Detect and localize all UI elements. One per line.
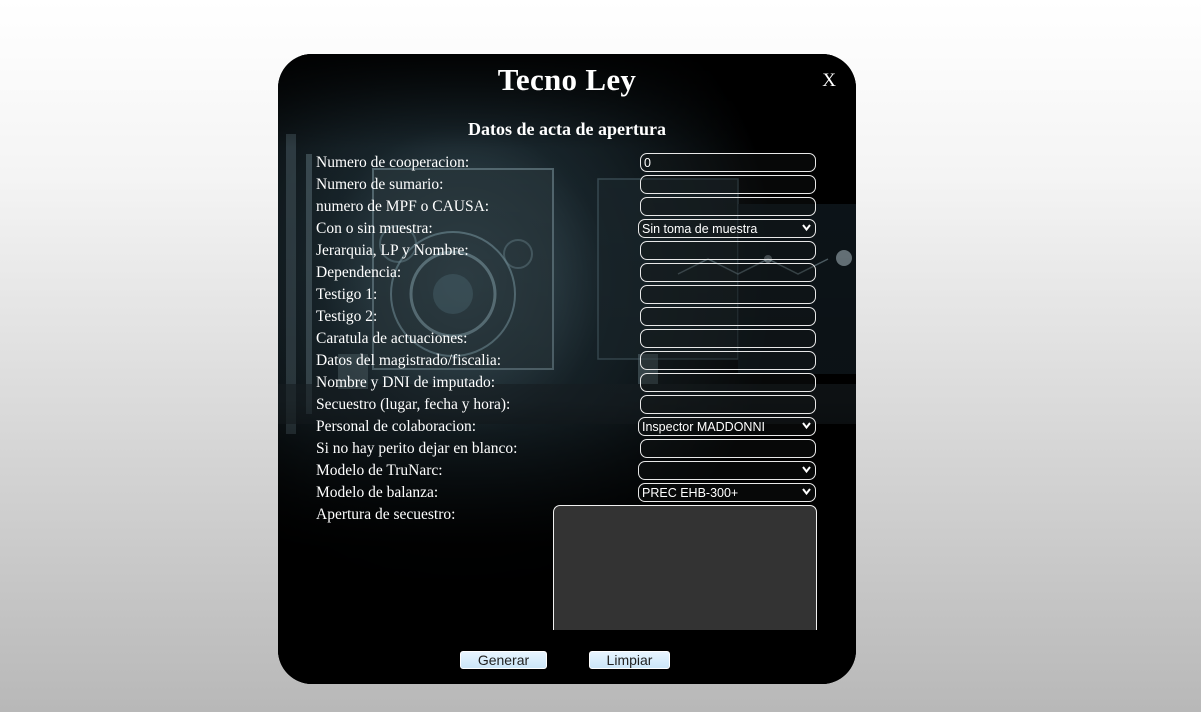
field-row-muestra: Con o sin muestra: Sin toma de muestra xyxy=(316,219,816,239)
jerarquia-input[interactable] xyxy=(640,241,816,260)
imputado-input[interactable] xyxy=(640,373,816,392)
field-row-dependencia: Dependencia: xyxy=(316,263,816,283)
secuestro-input[interactable] xyxy=(640,395,816,414)
field-row-testigo-2: Testigo 2: xyxy=(316,307,816,327)
field-label: Jerarquia, LP y Nombre: xyxy=(316,242,469,259)
muestra-select[interactable]: Sin toma de muestra xyxy=(638,219,816,238)
field-label: Datos del magistrado/fiscalia: xyxy=(316,352,502,369)
field-label: Numero de sumario: xyxy=(316,176,444,193)
personal-select[interactable]: Inspector MADDONNI xyxy=(638,417,816,436)
field-row-jerarquia: Jerarquia, LP y Nombre: xyxy=(316,241,816,261)
field-row-cooperacion: Numero de cooperacion: xyxy=(316,153,816,173)
field-row-magistrado: Datos del magistrado/fiscalia: xyxy=(316,351,816,371)
field-label: Testigo 2: xyxy=(316,308,378,325)
balanza-select[interactable]: PREC EHB-300+ xyxy=(638,483,816,502)
sumario-input[interactable] xyxy=(640,175,816,194)
field-label: Apertura de secuestro: xyxy=(316,506,456,523)
field-row-personal: Personal de colaboracion: Inspector MADD… xyxy=(316,417,816,437)
field-label: Si no hay perito dejar en blanco: xyxy=(316,440,518,457)
field-row-secuestro: Secuestro (lugar, fecha y hora): xyxy=(316,395,816,415)
field-label: Con o sin muestra: xyxy=(316,220,433,237)
field-row-testigo-1: Testigo 1: xyxy=(316,285,816,305)
field-row-imputado: Nombre y DNI de imputado: xyxy=(316,373,816,393)
field-row-mpf-causa: numero de MPF o CAUSA: xyxy=(316,197,816,217)
field-row-perito: Si no hay perito dejar en blanco: xyxy=(316,439,816,459)
field-label: Secuestro (lugar, fecha y hora): xyxy=(316,396,511,413)
field-label: Numero de cooperacion: xyxy=(316,154,470,171)
apertura-textarea-wrapper xyxy=(553,505,817,630)
testigo-1-input[interactable] xyxy=(640,285,816,304)
field-label: Personal de colaboracion: xyxy=(316,418,477,435)
clear-button[interactable]: Limpiar xyxy=(589,651,670,669)
caratula-input[interactable] xyxy=(640,329,816,348)
testigo-2-input[interactable] xyxy=(640,307,816,326)
form-modal: Tecno Ley X Datos de acta de apertura Nu… xyxy=(278,54,856,684)
field-row-sumario: Numero de sumario: xyxy=(316,175,816,195)
trunarc-select[interactable] xyxy=(638,461,816,480)
field-label: Caratula de actuaciones: xyxy=(316,330,468,347)
field-label: Modelo de TruNarc: xyxy=(316,462,443,479)
close-button[interactable]: X xyxy=(822,70,836,92)
field-label: numero de MPF o CAUSA: xyxy=(316,198,490,215)
field-row-caratula: Caratula de actuaciones: xyxy=(316,329,816,349)
cooperacion-input[interactable] xyxy=(640,153,816,172)
apertura-textarea[interactable] xyxy=(553,505,817,630)
app-title: Tecno Ley xyxy=(497,62,637,97)
field-label: Nombre y DNI de imputado: xyxy=(316,374,496,391)
field-row-balanza: Modelo de balanza: PREC EHB-300+ xyxy=(316,483,816,503)
perito-input[interactable] xyxy=(640,439,816,458)
magistrado-input[interactable] xyxy=(640,351,816,370)
mpf-causa-input[interactable] xyxy=(640,197,816,216)
dependencia-input[interactable] xyxy=(640,263,816,282)
generate-button[interactable]: Generar xyxy=(460,651,547,669)
field-row-trunarc: Modelo de TruNarc: xyxy=(316,461,816,481)
form-subtitle: Datos de acta de apertura xyxy=(468,119,666,139)
field-label: Dependencia: xyxy=(316,264,402,281)
field-label: Modelo de balanza: xyxy=(316,484,439,501)
field-label: Testigo 1: xyxy=(316,286,378,303)
